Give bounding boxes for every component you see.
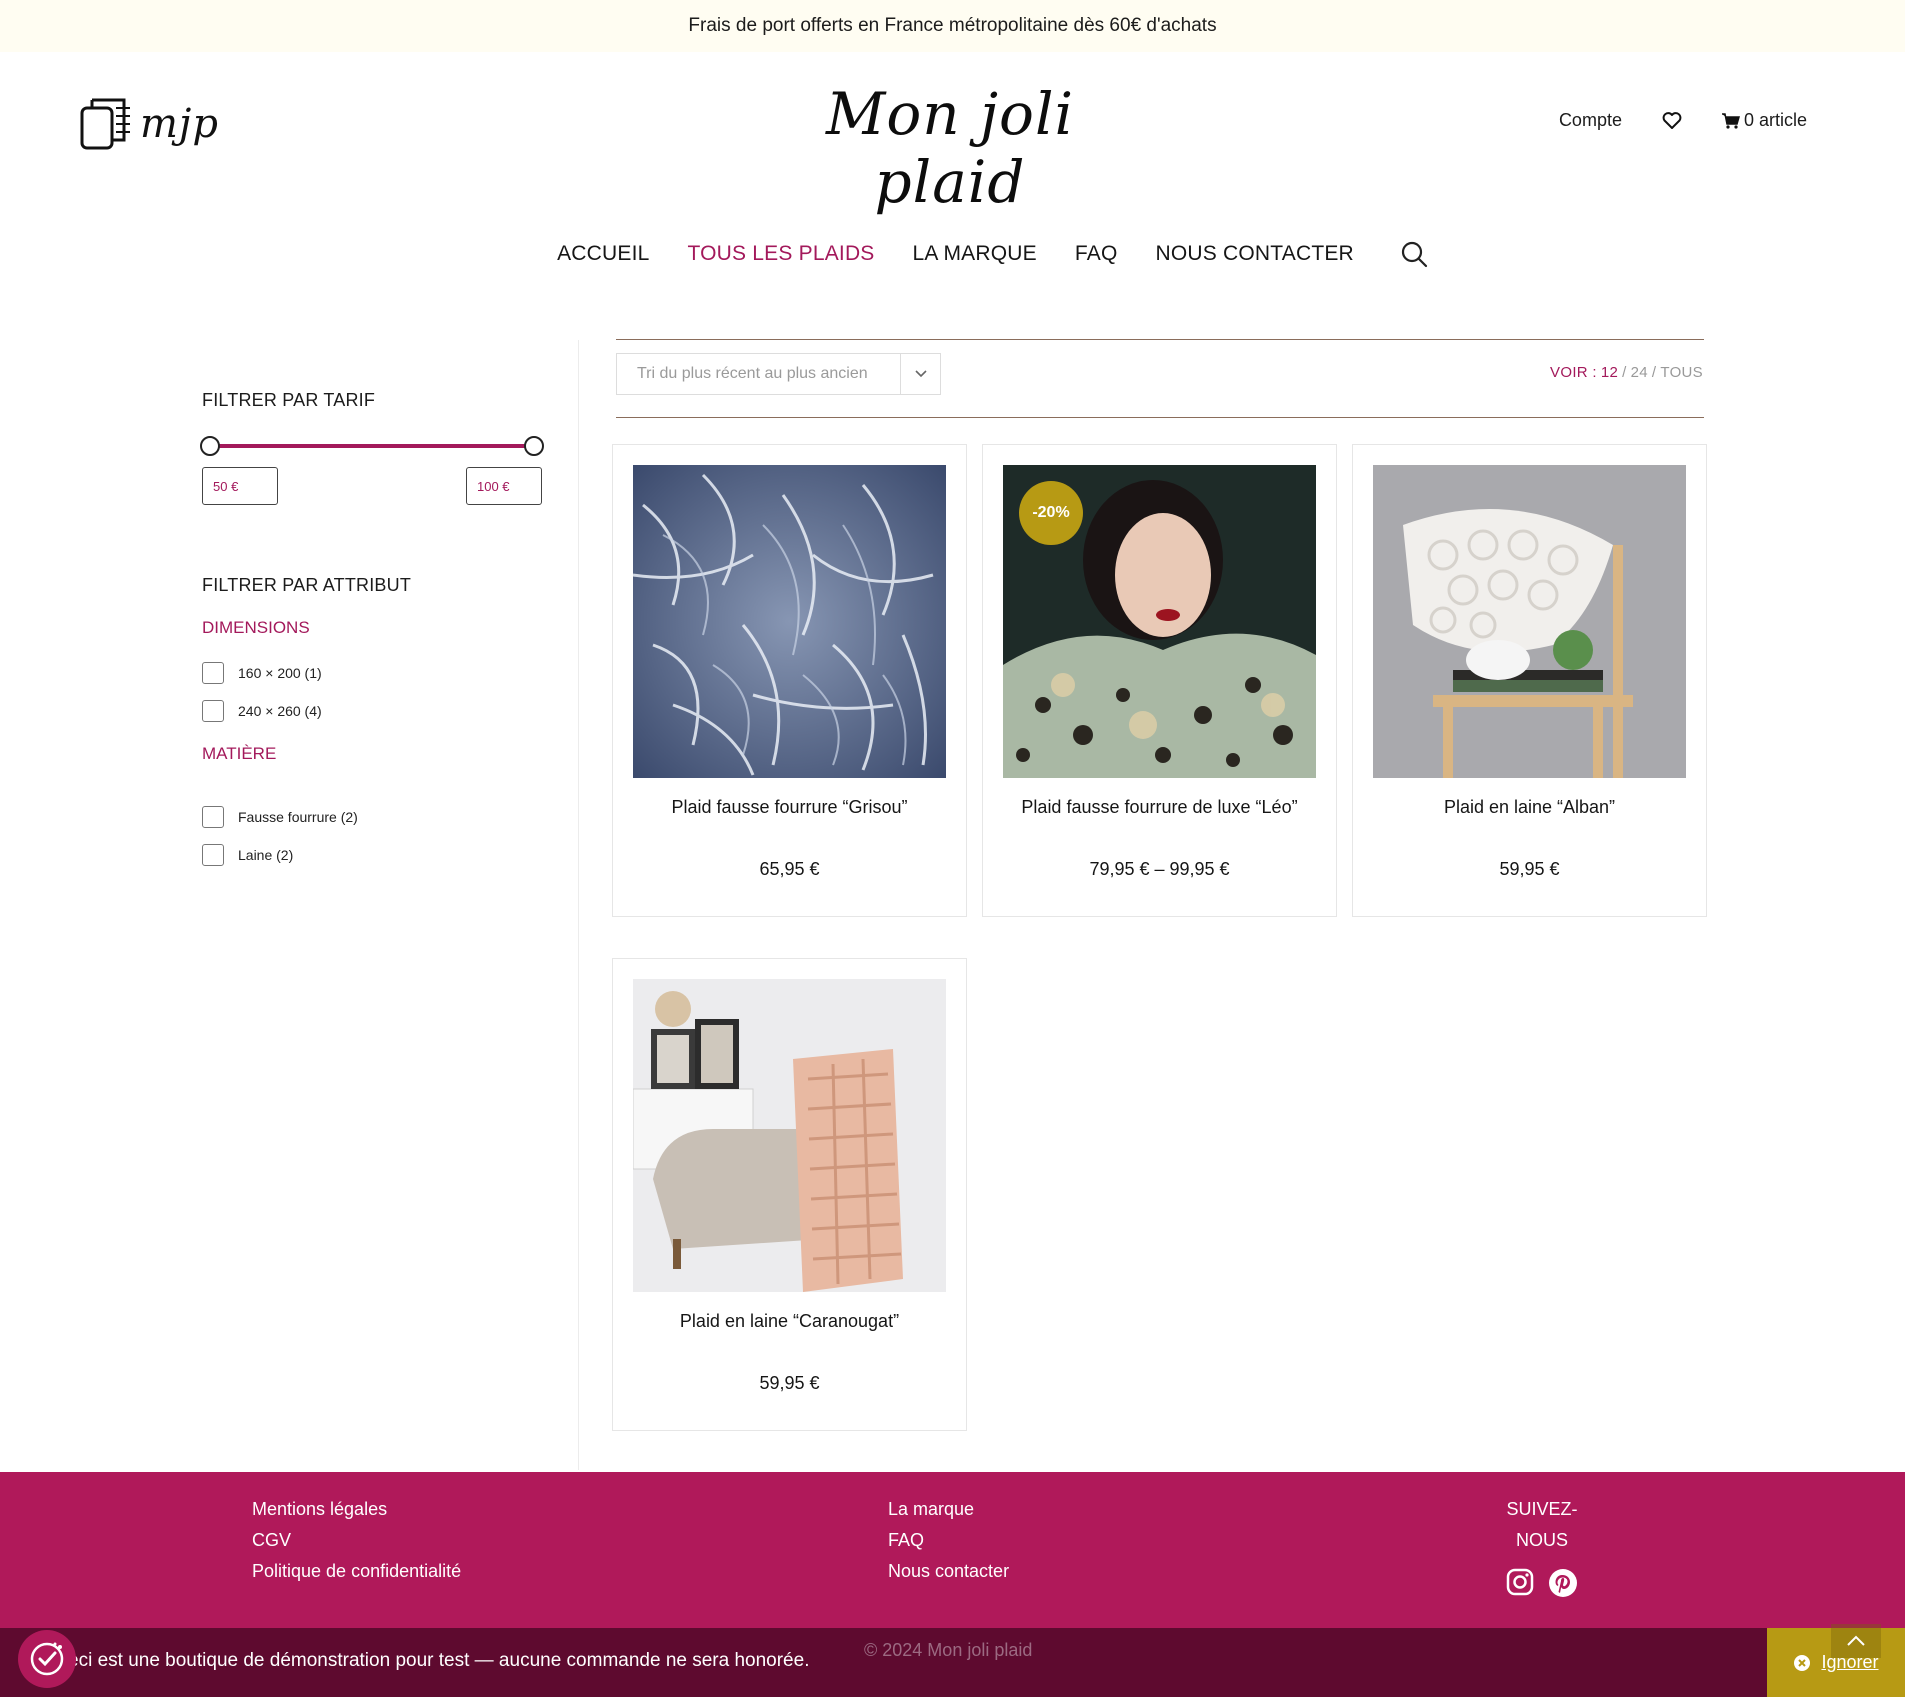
per-page-all[interactable]: TOUS <box>1660 364 1703 381</box>
product-price: 59,95 € <box>1499 859 1560 879</box>
pinterest-icon[interactable] <box>1548 1568 1578 1598</box>
nav-faq[interactable]: FAQ <box>1075 242 1118 266</box>
product-photo-fur-grey <box>633 465 946 778</box>
header-actions: Compte 0 article <box>1559 110 1807 131</box>
footer-social: SUIVEZ-NOUS <box>1482 1494 1602 1598</box>
nav-accueil[interactable]: ACCUEIL <box>557 242 649 266</box>
footer-legal-links: Mentions légales CGV Politique de confid… <box>252 1494 461 1587</box>
footer-link-faq[interactable]: FAQ <box>888 1525 1009 1556</box>
nav-tous-les-plaids[interactable]: TOUS LES PLAIDS <box>688 242 875 266</box>
product-card[interactable]: Plaid fausse fourrure “Grisou” 65,95 € <box>612 444 967 917</box>
price-slider-track <box>210 444 534 448</box>
nav-la-marque[interactable]: LA MARQUE <box>913 242 1037 266</box>
price-slider-min-handle[interactable] <box>200 436 220 456</box>
product-card[interactable]: Plaid en laine “Alban” 59,95 € <box>1352 444 1707 917</box>
material-title: MATIÈRE <box>202 744 277 763</box>
dimension-option[interactable]: 240 × 260 (4) <box>202 700 542 722</box>
per-page-selector: VOIR : 12 / 24 / TOUS <box>1550 364 1703 381</box>
discount-badge: -20% <box>1019 481 1083 545</box>
per-page-24[interactable]: 24 <box>1631 364 1648 381</box>
dimension-option[interactable]: 160 × 200 (1) <box>202 662 542 684</box>
footer-link-contact[interactable]: Nous contacter <box>888 1556 1009 1587</box>
copyright: © 2024 Mon joli plaid <box>864 1640 1033 1660</box>
per-page-label: VOIR : <box>1550 364 1597 381</box>
sort-select[interactable]: Tri du plus récent au plus ancien <box>616 353 941 395</box>
attribute-filter-title: FILTRER PAR ATTRIBUT <box>202 575 412 595</box>
product-name[interactable]: Plaid en laine “Alban” <box>1353 797 1706 818</box>
checkbox[interactable] <box>202 700 224 722</box>
per-page-12[interactable]: 12 <box>1601 364 1618 381</box>
product-image[interactable] <box>633 979 946 1292</box>
material-option-label: Fausse fourrure (2) <box>238 809 358 825</box>
material-option[interactable]: Fausse fourrure (2) <box>202 806 542 828</box>
footer-link-la-marque[interactable]: La marque <box>888 1494 1009 1525</box>
promo-text: Frais de port offerts en France métropol… <box>688 15 1217 36</box>
promo-bar: Frais de port offerts en France métropol… <box>0 0 1905 52</box>
footer-link-privacy[interactable]: Politique de confidentialité <box>252 1556 461 1587</box>
per-page-separator: / <box>1651 364 1657 381</box>
instagram-icon[interactable] <box>1506 1568 1534 1596</box>
cookie-consent-icon <box>30 1642 64 1676</box>
small-logo[interactable]: mjp <box>78 96 219 152</box>
product-card[interactable]: Plaid en laine “Caranougat” 59,95 € <box>612 958 967 1431</box>
toolbar-top-border <box>616 339 1704 340</box>
product-price: 65,95 € <box>759 859 820 879</box>
product-card[interactable]: -20% Plaid fausse fourrure de luxe “Léo”… <box>982 444 1337 917</box>
price-filter-title: FILTRER PAR TARIF <box>202 390 376 410</box>
dimension-option-label: 160 × 200 (1) <box>238 665 322 681</box>
product-photo-wool-armchair <box>633 979 946 1292</box>
product-name[interactable]: Plaid fausse fourrure “Grisou” <box>613 797 966 818</box>
price-slider[interactable] <box>200 435 544 456</box>
footer-link-cgv[interactable]: CGV <box>252 1525 461 1556</box>
chevron-down-icon <box>914 370 927 378</box>
cookie-consent-button[interactable] <box>18 1630 76 1688</box>
site-footer: Mentions légales CGV Politique de confid… <box>0 1472 1905 1628</box>
checkbox[interactable] <box>202 662 224 684</box>
close-circle-icon <box>1794 1654 1811 1671</box>
sidebar-divider <box>578 340 579 1470</box>
sort-select-toggle[interactable] <box>900 354 940 394</box>
cart-icon <box>1721 112 1740 129</box>
footer-info-links: La marque FAQ Nous contacter <box>888 1494 1009 1587</box>
toolbar-bottom-border <box>616 417 1704 418</box>
checkbox[interactable] <box>202 844 224 866</box>
price-min-input[interactable]: 50 € <box>202 467 278 505</box>
checkbox[interactable] <box>202 806 224 828</box>
material-option[interactable]: Laine (2) <box>202 844 542 866</box>
small-logo-text: mjp <box>140 101 219 147</box>
demo-notice-text: eci est une boutique de démonstration po… <box>68 1650 810 1671</box>
sort-select-value: Tri du plus récent au plus ancien <box>637 365 868 382</box>
product-image[interactable] <box>1373 465 1686 778</box>
cart-link[interactable]: 0 article <box>1721 110 1807 131</box>
scroll-to-top-button[interactable] <box>1831 1624 1881 1658</box>
arrow-up-icon <box>1847 1635 1865 1646</box>
nav-nous-contacter[interactable]: NOUS CONTACTER <box>1156 242 1354 266</box>
price-inputs: 50 € 100 € <box>202 467 542 505</box>
price-slider-max-handle[interactable] <box>524 436 544 456</box>
heart-icon[interactable] <box>1662 111 1682 130</box>
product-name[interactable]: Plaid en laine “Caranougat” <box>613 1311 966 1332</box>
product-name[interactable]: Plaid fausse fourrure de luxe “Léo” <box>983 797 1336 818</box>
dimensions-title: DIMENSIONS <box>202 618 310 637</box>
product-photo-wool-chair <box>1373 465 1686 778</box>
material-option-label: Laine (2) <box>238 847 294 863</box>
product-image[interactable]: -20% <box>1003 465 1316 778</box>
footer-link-mentions-legales[interactable]: Mentions légales <box>252 1494 461 1525</box>
main-nav: ACCUEIL TOUS LES PLAIDS LA MARQUE FAQ NO… <box>0 240 1905 268</box>
account-link[interactable]: Compte <box>1559 110 1622 131</box>
product-price: 79,95 € – 99,95 € <box>1089 859 1230 879</box>
product-image[interactable] <box>633 465 946 778</box>
price-max-input[interactable]: 100 € <box>466 467 542 505</box>
product-price: 59,95 € <box>759 1373 820 1393</box>
search-icon[interactable] <box>1400 240 1428 268</box>
cart-label: 0 article <box>1743 110 1807 130</box>
per-page-separator: / <box>1622 364 1627 381</box>
filter-sidebar: FILTRER PAR TARIF 50 € 100 € FILTRER PAR… <box>200 340 544 866</box>
demo-notice-bar: © 2024 Mon joli plaid eci est une boutiq… <box>0 1628 1905 1697</box>
social-icons <box>1482 1568 1602 1598</box>
site-logo[interactable]: Mon joli plaid <box>760 80 1140 216</box>
book-logo-icon <box>80 98 130 150</box>
dimension-option-label: 240 × 260 (4) <box>238 703 322 719</box>
follow-us-title: SUIVEZ-NOUS <box>1506 1499 1578 1550</box>
